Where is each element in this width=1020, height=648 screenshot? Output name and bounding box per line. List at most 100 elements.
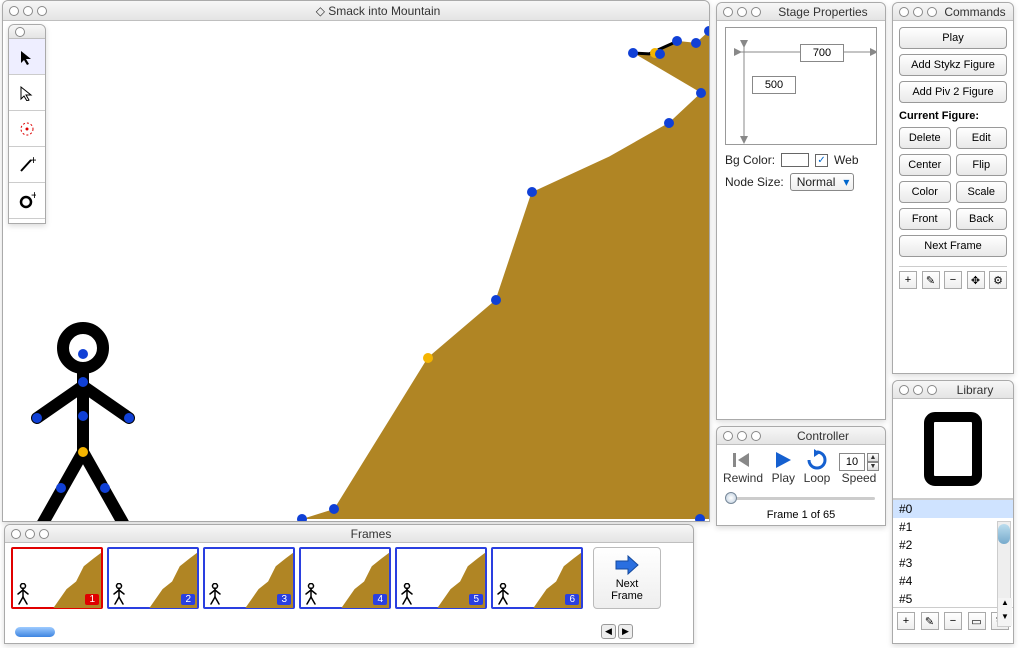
shape-node[interactable] (423, 353, 433, 363)
loop-button[interactable]: Loop (804, 449, 831, 485)
minimize-icon[interactable] (25, 529, 35, 539)
stick-figure[interactable] (13, 316, 153, 521)
library-item[interactable]: #2 (893, 536, 1013, 554)
tool-target[interactable] (9, 111, 45, 147)
close-icon[interactable] (899, 7, 909, 17)
web-checkbox[interactable]: ✓ (815, 154, 828, 167)
rewind-button[interactable]: Rewind (723, 449, 763, 485)
zoom-icon[interactable] (39, 529, 49, 539)
figure-node[interactable] (78, 349, 88, 359)
figure-node[interactable] (32, 413, 42, 423)
figure-node[interactable] (78, 377, 88, 387)
library-item[interactable]: #0 (893, 500, 1013, 518)
shape-node[interactable] (695, 514, 705, 521)
shape-node[interactable] (664, 118, 674, 128)
tool-titlebar[interactable] (9, 25, 45, 39)
move-icon[interactable]: ✥ (967, 271, 985, 289)
scale-button[interactable]: Scale (956, 181, 1008, 203)
close-icon[interactable] (899, 385, 909, 395)
stage-width-input[interactable] (800, 44, 844, 62)
play-button[interactable]: Play (772, 449, 795, 485)
frame-slider[interactable] (723, 491, 879, 505)
shape-node[interactable] (527, 187, 537, 197)
shape-node[interactable] (672, 36, 682, 46)
library-list[interactable]: #0#1#2#3#4#5 (893, 499, 1013, 607)
tool-select-alt[interactable] (9, 75, 45, 111)
zoom-icon[interactable] (37, 6, 47, 16)
frame-thumbnail[interactable]: 3 (203, 547, 295, 609)
next-frame-button[interactable]: Next Frame (899, 235, 1007, 257)
shape-node[interactable] (297, 514, 307, 521)
speed-input[interactable] (839, 453, 865, 471)
minimize-icon[interactable] (913, 385, 923, 395)
stage-canvas[interactable] (3, 21, 709, 521)
remove-icon[interactable]: − (944, 612, 962, 630)
figure-node[interactable] (78, 411, 88, 421)
shape-node[interactable] (329, 504, 339, 514)
close-icon[interactable] (9, 6, 19, 16)
gear-icon[interactable]: ⚙ (989, 271, 1007, 289)
zoom-icon[interactable] (927, 385, 937, 395)
shape-node[interactable] (696, 88, 706, 98)
minimize-icon[interactable] (737, 431, 747, 441)
edit-icon[interactable]: ✎ (921, 612, 939, 630)
close-icon[interactable] (15, 27, 25, 37)
tool-add-circle[interactable]: + (9, 183, 45, 219)
scroll-right-icon[interactable]: ▶ (618, 624, 633, 639)
flip-button[interactable]: Flip (956, 154, 1008, 176)
close-icon[interactable] (723, 7, 733, 17)
delete-button[interactable]: Delete (899, 127, 951, 149)
color-button[interactable]: Color (899, 181, 951, 203)
figure-node[interactable] (78, 447, 88, 457)
frame-thumbnail[interactable]: 4 (299, 547, 391, 609)
canvas-titlebar[interactable]: ◇ Smack into Mountain (3, 1, 709, 21)
library-scrollbar[interactable]: ▲ ▼ (997, 521, 1011, 627)
minimize-icon[interactable] (23, 6, 33, 16)
back-button[interactable]: Back (956, 208, 1008, 230)
library-item[interactable]: #5 (893, 590, 1013, 607)
folder-icon[interactable]: ▭ (968, 612, 986, 630)
frame-thumbnail[interactable]: 1 (11, 547, 103, 609)
stage-titlebar[interactable]: Stage Properties (717, 3, 885, 21)
add-icon[interactable]: + (899, 271, 917, 289)
library-item[interactable]: #3 (893, 554, 1013, 572)
frame-thumbnail[interactable]: 2 (107, 547, 199, 609)
library-item[interactable]: #1 (893, 518, 1013, 536)
frames-scrollbar[interactable]: ◀ ▶ (15, 624, 633, 639)
minimize-icon[interactable] (737, 7, 747, 17)
next-frame-button[interactable]: Next Frame (593, 547, 661, 609)
library-item[interactable]: #4 (893, 572, 1013, 590)
node-size-select[interactable]: Normal (790, 173, 855, 191)
minimize-icon[interactable] (913, 7, 923, 17)
close-icon[interactable] (723, 431, 733, 441)
shape-node[interactable] (691, 38, 701, 48)
library-titlebar[interactable]: Library (893, 381, 1013, 399)
edit-button[interactable]: Edit (956, 127, 1008, 149)
bg-color-swatch[interactable] (781, 153, 809, 167)
remove-icon[interactable]: − (944, 271, 962, 289)
shape-node[interactable] (704, 26, 709, 36)
frame-thumbnail[interactable]: 6 (491, 547, 583, 609)
speed-up-button[interactable]: ▲ (867, 453, 879, 462)
edit-icon[interactable]: ✎ (922, 271, 940, 289)
shape-node[interactable] (628, 48, 638, 58)
front-button[interactable]: Front (899, 208, 951, 230)
speed-down-button[interactable]: ▼ (867, 462, 879, 471)
frames-titlebar[interactable]: Frames (5, 525, 693, 543)
center-button[interactable]: Center (899, 154, 951, 176)
close-icon[interactable] (11, 529, 21, 539)
frame-thumbnail[interactable]: 5 (395, 547, 487, 609)
shape-node[interactable] (491, 295, 501, 305)
tool-add-line[interactable]: + (9, 147, 45, 183)
figure-node[interactable] (100, 483, 110, 493)
add-stykz-figure-button[interactable]: Add Stykz Figure (899, 54, 1007, 76)
zoom-icon[interactable] (751, 431, 761, 441)
add-piv2-figure-button[interactable]: Add Piv 2 Figure (899, 81, 1007, 103)
scroll-left-icon[interactable]: ◀ (601, 624, 616, 639)
zoom-icon[interactable] (927, 7, 937, 17)
shape-node[interactable] (655, 49, 665, 59)
zoom-icon[interactable] (751, 7, 761, 17)
tool-select[interactable] (9, 39, 45, 75)
stage-height-input[interactable] (752, 76, 796, 94)
figure-node[interactable] (56, 483, 66, 493)
